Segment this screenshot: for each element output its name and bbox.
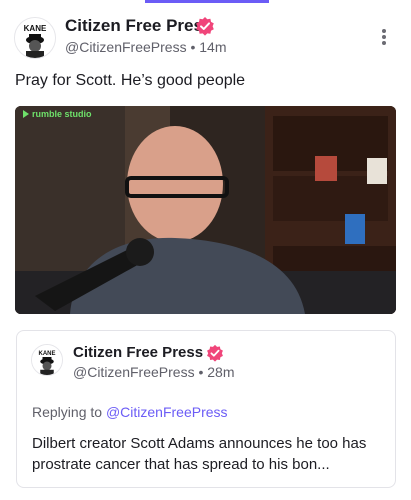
video-frame-image bbox=[15, 106, 396, 314]
quoted-avatar[interactable]: KANE bbox=[31, 344, 63, 376]
replying-to: Replying to @CitizenFreePress bbox=[32, 404, 228, 420]
replying-to-link[interactable]: @CitizenFreePress bbox=[106, 404, 228, 420]
meta-separator: • bbox=[198, 364, 204, 380]
quoted-post[interactable]: KANE Citizen Free Press @CitizenFreePres… bbox=[16, 330, 396, 488]
dot-icon bbox=[382, 35, 386, 39]
dot-icon bbox=[382, 29, 386, 33]
rumble-studio-label: rumble studio bbox=[23, 109, 92, 119]
video-thumbnail[interactable]: rumble studio bbox=[15, 106, 396, 314]
post-text: Pray for Scott. He’s good people bbox=[15, 72, 246, 89]
author-name[interactable]: Citizen Free Press bbox=[65, 16, 212, 36]
svg-text:KANE: KANE bbox=[38, 351, 55, 357]
rumble-label-text: rumble studio bbox=[32, 109, 92, 119]
avatar[interactable]: KANE bbox=[14, 17, 56, 59]
quoted-post-time[interactable]: 28m bbox=[207, 364, 234, 380]
svg-text:KANE: KANE bbox=[24, 24, 47, 33]
quoted-post-text: Dilbert creator Scott Adams announces he… bbox=[32, 435, 367, 473]
kane-logo-icon: KANE bbox=[15, 18, 55, 58]
rumble-play-icon bbox=[23, 110, 29, 118]
meta-separator: • bbox=[190, 39, 196, 55]
author-handle[interactable]: @CitizenFreePress bbox=[65, 39, 187, 55]
quoted-author-handle[interactable]: @CitizenFreePress bbox=[73, 364, 195, 380]
author-meta: @CitizenFreePress • 14m bbox=[65, 39, 227, 55]
dot-icon bbox=[382, 41, 386, 45]
post-card: KANE Citizen Free Press @CitizenFreePres… bbox=[0, 0, 411, 500]
quoted-author-name[interactable]: Citizen Free Press bbox=[73, 344, 203, 361]
quoted-author-meta: @CitizenFreePress • 28m bbox=[73, 364, 235, 380]
more-options-button[interactable] bbox=[376, 27, 392, 49]
post-time[interactable]: 14m bbox=[199, 39, 226, 55]
verified-badge-icon bbox=[207, 344, 223, 362]
replying-to-prefix: Replying to bbox=[32, 404, 103, 420]
verified-badge-icon bbox=[196, 17, 214, 36]
kane-logo-icon: KANE bbox=[32, 345, 62, 375]
